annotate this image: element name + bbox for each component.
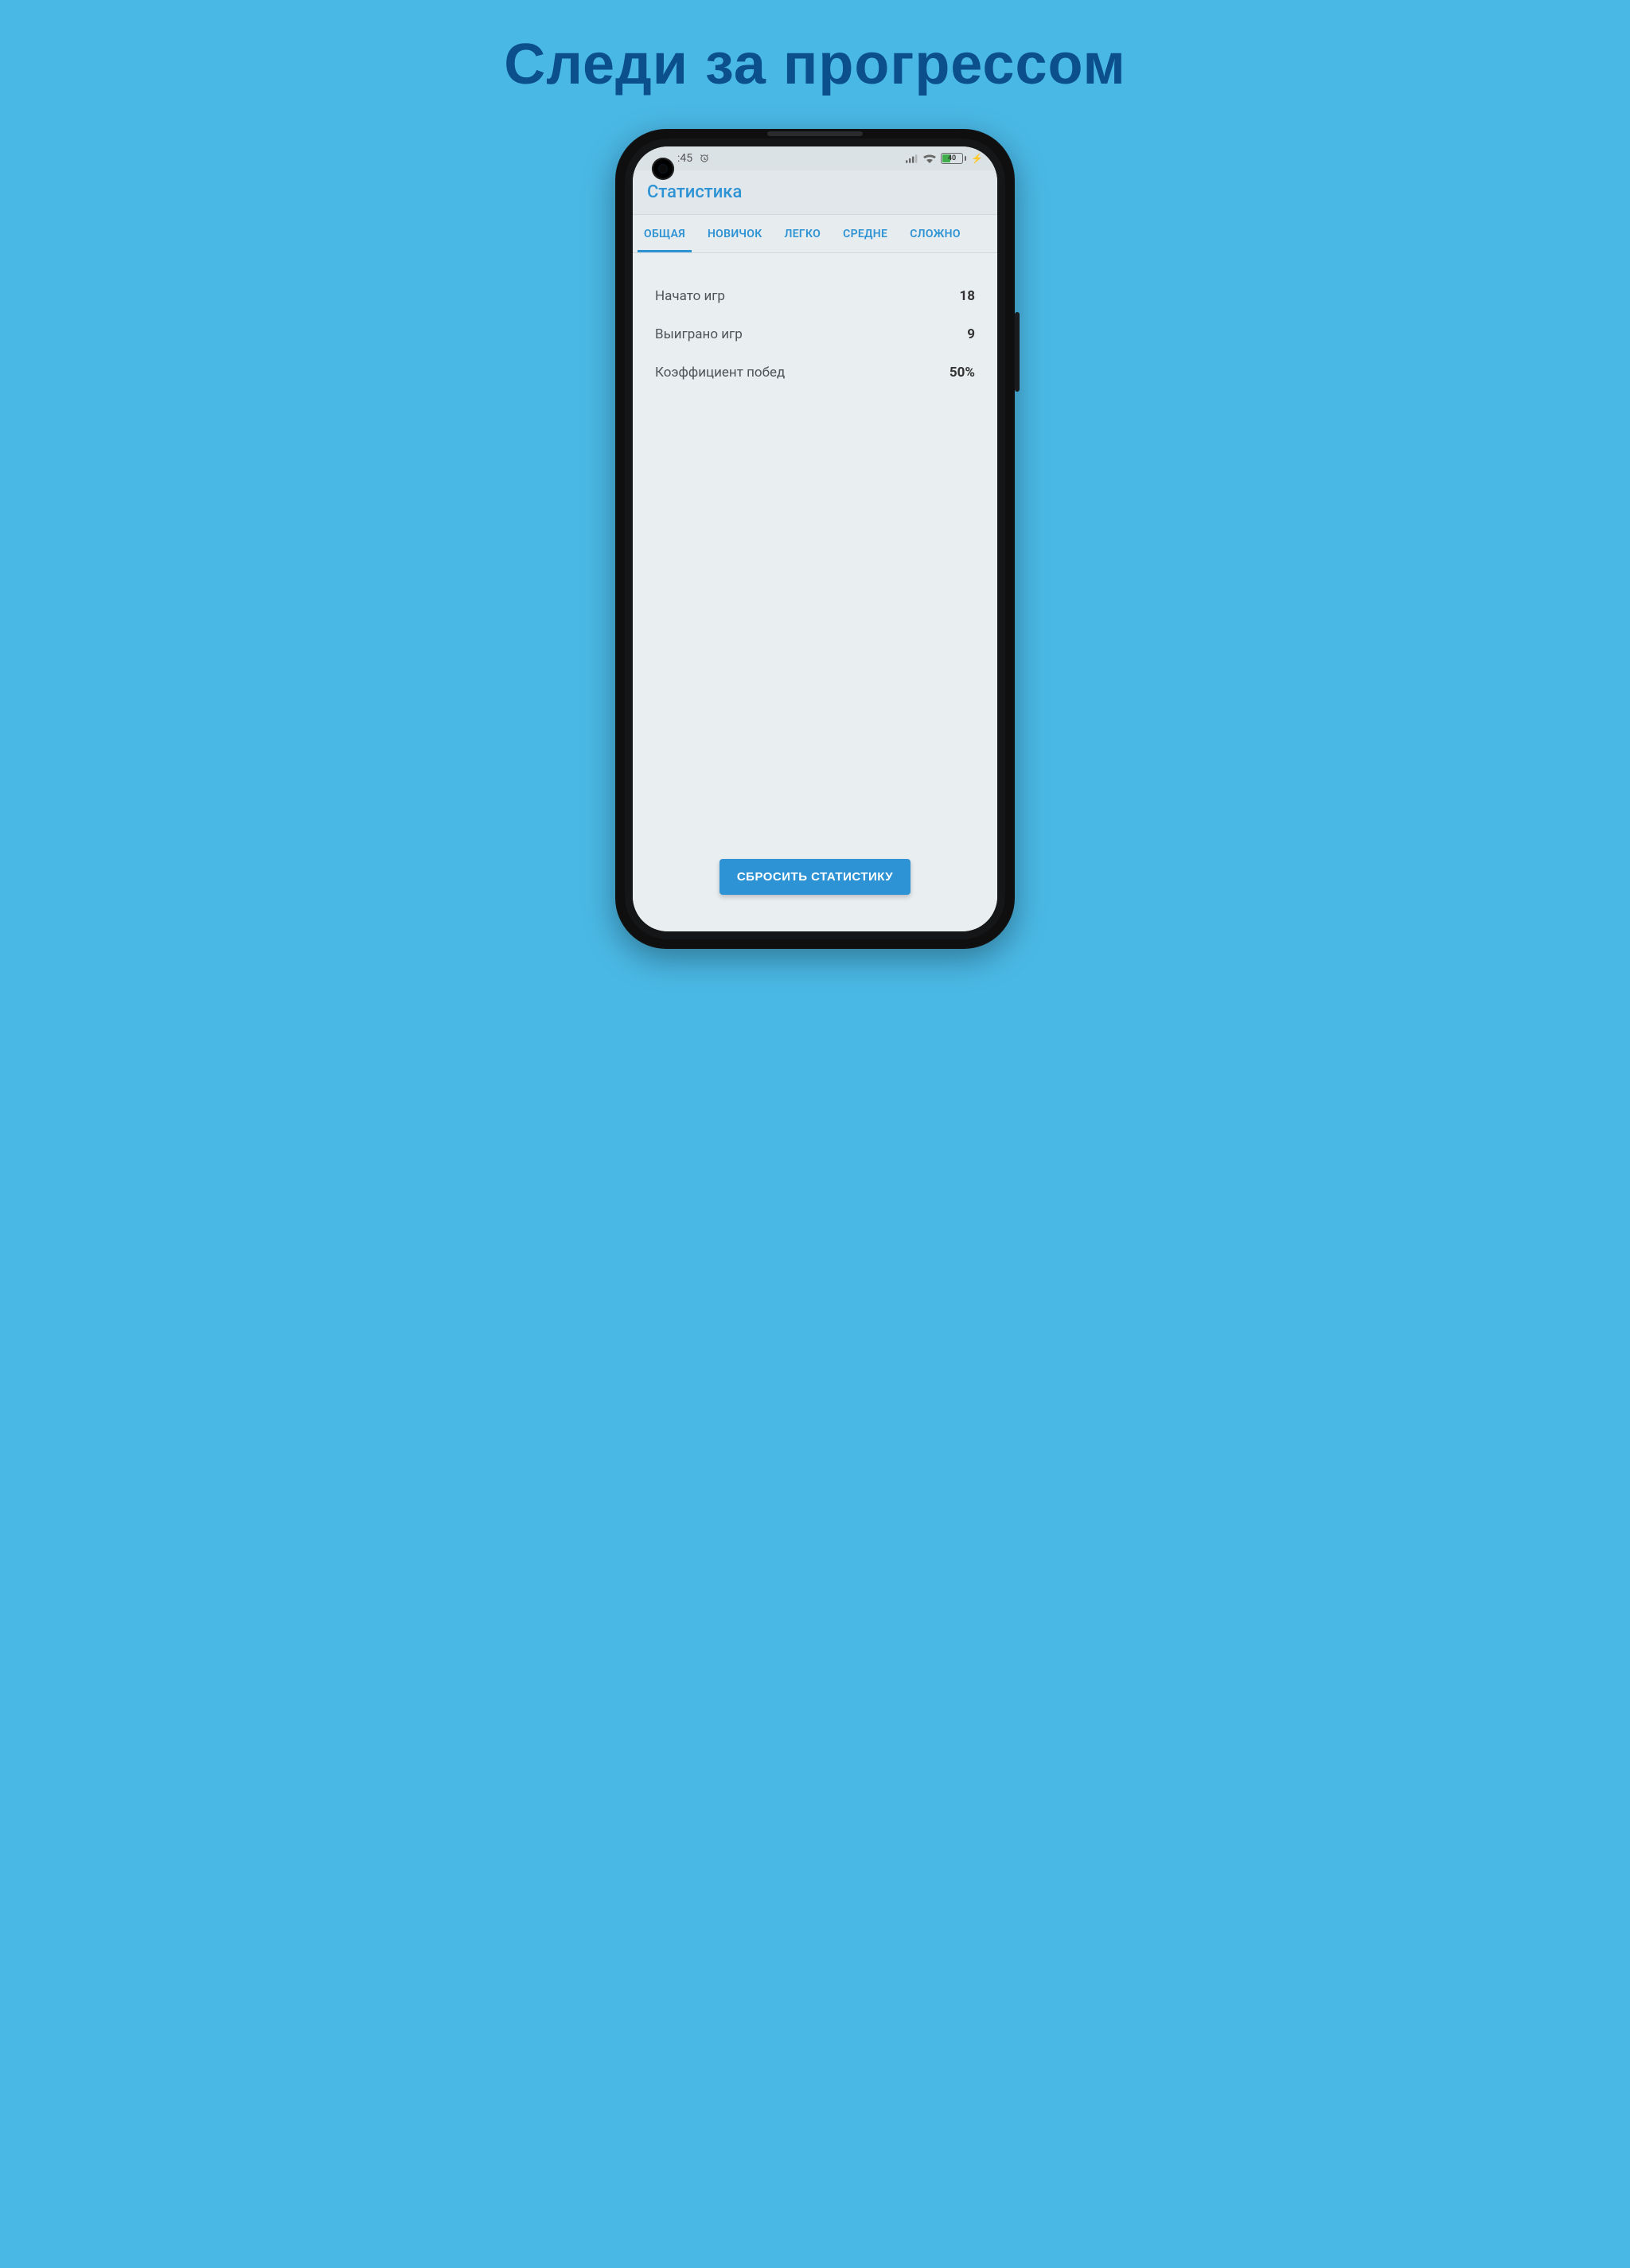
wifi-icon xyxy=(923,154,936,163)
status-bar: :45 40 xyxy=(633,146,997,170)
phone-screen: :45 40 xyxy=(633,146,997,931)
tab-easy[interactable]: ЛЕГКО xyxy=(774,215,833,252)
tabs-bar: ОБЩАЯ НОВИЧОК ЛЕГКО СРЕДНЕ СЛОЖНО xyxy=(633,215,997,253)
front-camera xyxy=(652,158,674,180)
signal-icon xyxy=(906,154,918,163)
alarm-icon xyxy=(699,153,710,164)
stat-label: Начато игр xyxy=(655,288,725,304)
tab-medium[interactable]: СРЕДНЕ xyxy=(832,215,899,252)
battery-percent: 40 xyxy=(948,154,956,162)
phone-speaker xyxy=(767,131,863,136)
phone-frame: :45 40 xyxy=(615,129,1015,949)
charging-icon: ⚡ xyxy=(971,153,983,164)
stat-label: Выиграно игр xyxy=(655,326,743,342)
stat-row-started: Начато игр 18 xyxy=(655,277,975,315)
marketing-headline: Следи за прогрессом xyxy=(504,32,1126,97)
stat-label: Коэффициент побед xyxy=(655,365,785,381)
stat-value: 18 xyxy=(959,288,975,304)
phone-side-button xyxy=(1015,312,1020,392)
status-time: :45 xyxy=(677,152,692,165)
stat-row-won: Выиграно игр 9 xyxy=(655,315,975,353)
stat-row-winrate: Коэффициент побед 50% xyxy=(655,353,975,392)
tab-hard[interactable]: СЛОЖНО xyxy=(899,215,972,252)
stats-content: Начато игр 18 Выиграно игр 9 Коэффициент… xyxy=(633,253,997,931)
page-title: Статистика xyxy=(647,182,742,202)
tab-overall[interactable]: ОБЩАЯ xyxy=(633,215,696,252)
reset-stats-button[interactable]: СБРОСИТЬ СТАТИСТИКУ xyxy=(719,859,911,895)
tab-beginner[interactable]: НОВИЧОК xyxy=(696,215,774,252)
stat-value: 50% xyxy=(950,365,975,381)
app-bar: Статистика xyxy=(633,170,997,215)
battery-icon: 40 xyxy=(941,153,966,164)
stat-value: 9 xyxy=(967,326,975,342)
